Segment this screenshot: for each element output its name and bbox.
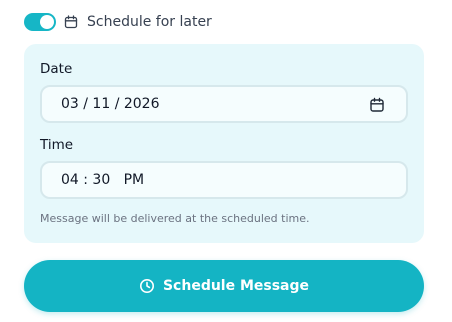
date-input[interactable]: 03 / 11 / 2026: [40, 85, 408, 123]
time-value: 04 : 30 PM: [61, 172, 145, 188]
schedule-toggle-switch[interactable]: [24, 13, 56, 31]
schedule-form: Schedule for later Date 03 / 11 / 2026 T…: [0, 0, 452, 322]
date-value: 03 / 11 / 2026: [61, 96, 160, 112]
calendar-icon: [64, 15, 78, 29]
clock-icon: [139, 278, 155, 294]
schedule-toggle-label[interactable]: Schedule for later: [87, 14, 212, 30]
schedule-hint-text: Message will be delivered at the schedul…: [40, 212, 310, 225]
date-label: Date: [40, 61, 73, 77]
time-label: Time: [40, 137, 74, 153]
schedule-message-label: Schedule Message: [162, 278, 310, 294]
schedule-message-button[interactable]: Schedule Message: [24, 260, 424, 312]
schedule-panel: Date 03 / 11 / 2026 Time 04 : 30 PM Mess…: [24, 44, 424, 243]
schedule-toggle-row: Schedule for later: [24, 11, 212, 33]
toggle-knob: [40, 15, 54, 29]
time-input[interactable]: 04 : 30 PM: [40, 161, 408, 199]
calendar-picker-icon[interactable]: [369, 97, 385, 113]
